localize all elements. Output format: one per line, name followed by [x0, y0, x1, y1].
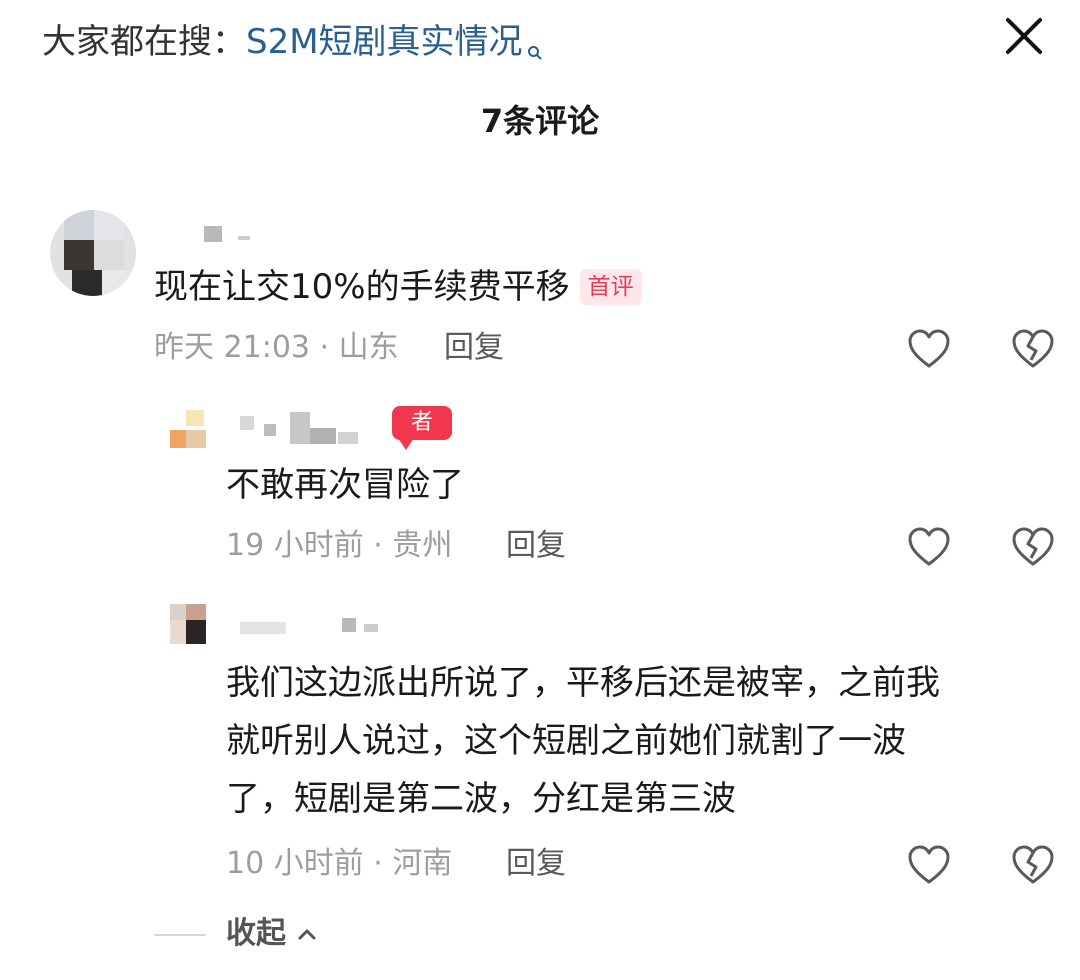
comment-text: 现在让交10%的手续费平移 首评 — [154, 258, 642, 316]
username-redacted[interactable] — [240, 412, 370, 444]
reply-button[interactable]: 回复 — [444, 326, 504, 370]
avatar[interactable] — [170, 604, 210, 644]
heart-icon[interactable] — [906, 844, 952, 886]
heart-icon[interactable] — [906, 328, 952, 370]
chevron-up-icon — [296, 914, 318, 940]
comment-body: 我们这边派出所说了，平移后还是被宰，之前我 就听别人说过，这个短剧之前她们就割了… — [226, 654, 1046, 828]
broken-heart-icon[interactable] — [1010, 526, 1056, 568]
comment-line: 我们这边派出所说了，平移后还是被宰，之前我 — [226, 663, 940, 703]
comment-line: 就听别人说过，这个短剧之前她们就割了一波 — [226, 721, 906, 761]
author-badge: 者 — [392, 406, 452, 450]
collapse-replies-button[interactable]: 收起 — [226, 912, 318, 956]
search-suggestion-query[interactable]: S2M短剧真实情况 — [246, 14, 523, 70]
username-redacted[interactable] — [204, 226, 264, 254]
comments-panel: 大家都在搜： S2M短剧真实情况 7条评论 现在让交10%的手续费平移 首评 昨… — [0, 0, 1080, 980]
comment-body: 不敢再次冒险了 — [226, 465, 464, 505]
comment-line: 了，短剧是第二波，分红是第三波 — [226, 779, 736, 819]
broken-heart-icon[interactable] — [1010, 844, 1056, 886]
search-suggestion-prefix: 大家都在搜： — [42, 22, 246, 62]
username-redacted[interactable] — [240, 616, 400, 644]
broken-heart-icon[interactable] — [1010, 328, 1056, 370]
avatar[interactable] — [50, 210, 136, 296]
comment-body: 现在让交10%的手续费平移 — [154, 267, 570, 307]
comment-count-title: 7条评论 — [480, 102, 600, 140]
reply-button[interactable]: 回复 — [506, 842, 566, 886]
avatar[interactable] — [170, 410, 210, 450]
close-icon[interactable] — [996, 8, 1052, 64]
collapse-divider — [154, 934, 206, 936]
collapse-label: 收起 — [226, 916, 286, 951]
search-suggest-icon — [527, 22, 543, 60]
heart-icon[interactable] — [906, 526, 952, 568]
reply-button[interactable]: 回复 — [506, 524, 566, 568]
first-comment-badge: 首评 — [579, 269, 642, 305]
search-suggestion[interactable]: 大家都在搜： S2M短剧真实情况 — [42, 14, 543, 70]
comment-time-location: 19 小时前 · 贵州 — [226, 528, 453, 563]
comment-time-location: 昨天 21:03 · 山东 — [154, 330, 399, 365]
comment-time-location: 10 小时前 · 河南 — [226, 846, 453, 881]
